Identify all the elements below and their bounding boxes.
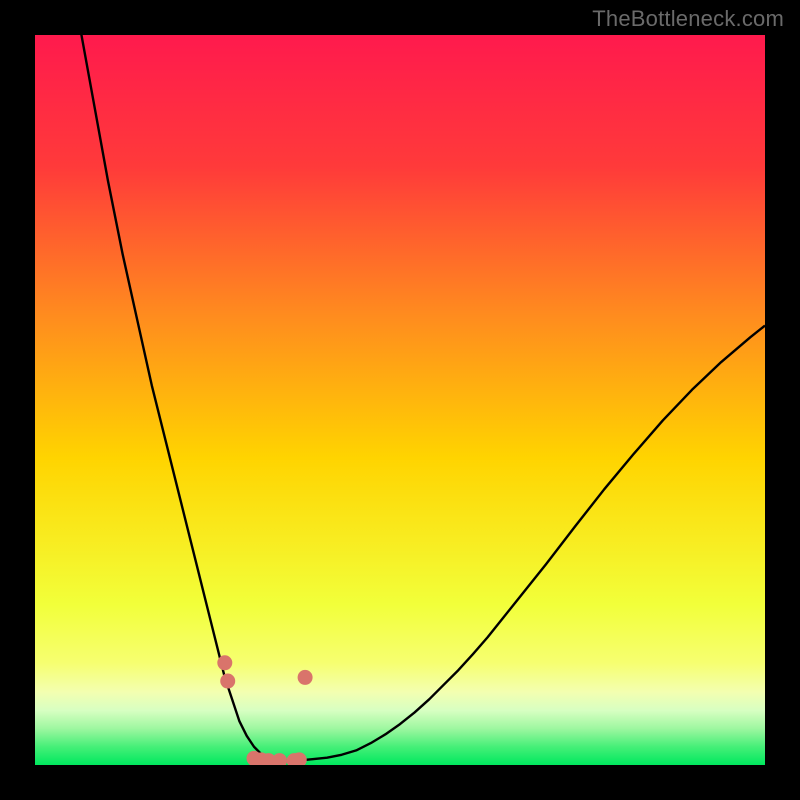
data-marker: [220, 674, 235, 689]
chart-frame: TheBottleneck.com: [0, 0, 800, 800]
data-marker: [217, 655, 232, 670]
plot-area: [35, 35, 765, 765]
attribution-text: TheBottleneck.com: [592, 6, 784, 32]
gradient-background: [35, 35, 765, 765]
chart-svg: [35, 35, 765, 765]
data-marker: [298, 670, 313, 685]
